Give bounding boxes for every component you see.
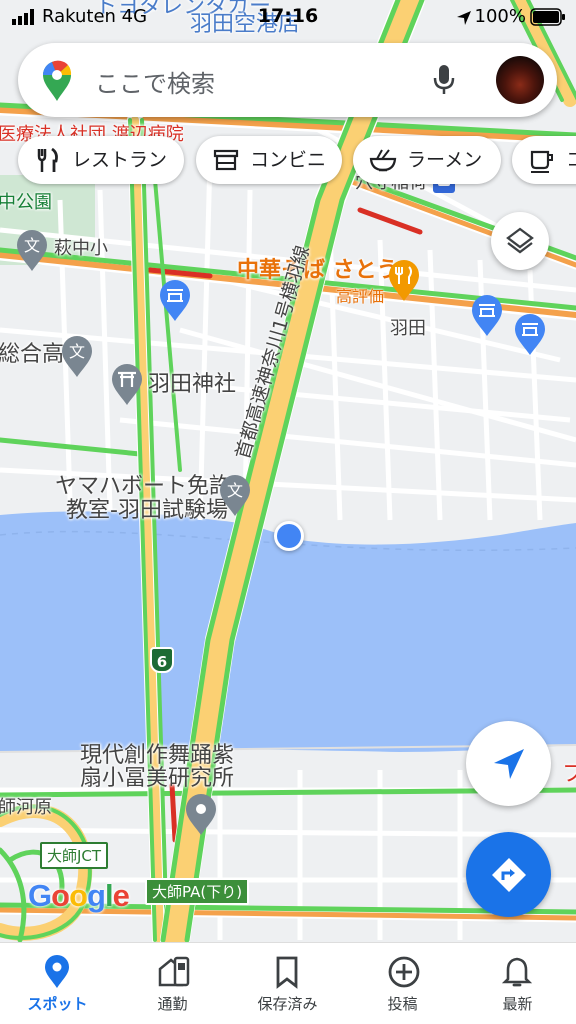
chip-restaurant[interactable]: レストラン	[18, 136, 184, 184]
chip-label: レストラン	[72, 149, 168, 171]
nav-updates[interactable]: 最新	[460, 943, 575, 1024]
nav-label: 通勤	[157, 995, 188, 1013]
map-label-right-edge: フ	[562, 762, 576, 787]
location-arrow-icon	[457, 11, 471, 25]
google-logo: Google	[28, 878, 130, 913]
map-label-restaurant-name[interactable]: 中華そば さとう	[237, 258, 399, 284]
map-label-haneda: 羽田	[390, 318, 426, 339]
school-pin-icon[interactable]: 文	[60, 334, 94, 378]
nav-label: 保存済み	[257, 995, 318, 1013]
current-location-dot	[274, 521, 304, 551]
bank-pin-icon[interactable]	[470, 293, 504, 337]
svg-text:文: 文	[227, 481, 243, 500]
nav-contribute[interactable]: 投稿	[345, 943, 460, 1024]
recenter-button[interactable]	[466, 721, 551, 806]
nav-label: 投稿	[387, 995, 418, 1013]
layers-button[interactable]	[491, 212, 549, 270]
search-bar[interactable]: ここで検索	[18, 43, 557, 117]
directions-icon	[492, 858, 526, 892]
bottom-navigation: スポット 通勤 保存済み 投稿 最新	[0, 942, 576, 1024]
store-icon	[213, 149, 239, 171]
chip-coffee[interactable]: コ	[512, 136, 576, 184]
map-label-haneda-shrine: 羽田神社	[148, 372, 237, 397]
add-circle-icon	[388, 956, 420, 988]
ramen-icon	[369, 149, 397, 172]
map-label-restaurant-rating: 高評価	[336, 287, 385, 306]
nav-label: 最新	[502, 995, 533, 1013]
nav-commute[interactable]: 通勤	[115, 943, 230, 1024]
school-pin-icon[interactable]: 文	[218, 473, 252, 517]
map-label-daishi-kawara: 師河原	[0, 797, 52, 818]
nav-explore[interactable]: スポット	[0, 943, 115, 1024]
chip-convenience-store[interactable]: コンビニ	[196, 136, 342, 184]
chip-label: ラーメン	[407, 149, 483, 171]
chip-label: コ	[566, 149, 576, 171]
daishi-jct-sign: 大師JCT	[40, 842, 109, 869]
bank-pin-icon[interactable]	[513, 312, 547, 356]
chip-ramen[interactable]: ラーメン	[353, 136, 501, 184]
svg-text:文: 文	[69, 342, 85, 361]
svg-text:文: 文	[24, 236, 40, 255]
map-label-driving-school-line2: 教室-羽田試験場	[66, 498, 228, 523]
layers-icon	[506, 227, 534, 254]
bank-pin-icon[interactable]	[158, 278, 192, 322]
bookmark-icon	[276, 956, 298, 989]
restaurant-pin-icon[interactable]	[387, 258, 421, 302]
school-pin-icon[interactable]: 文	[15, 228, 49, 272]
search-input[interactable]: ここで検索	[95, 64, 215, 99]
microphone-icon[interactable]	[433, 64, 455, 96]
map-label-dance-line2: 扇小冨美研究所	[80, 766, 235, 791]
bell-icon	[502, 957, 532, 987]
fork-knife-icon	[37, 147, 58, 172]
explore-pin-icon	[45, 955, 69, 988]
daishi-pa-sign: 大師PA(下り)	[145, 878, 250, 905]
navigation-arrow-icon	[494, 749, 524, 779]
map-label-park: 中公園	[0, 192, 52, 213]
coffee-icon	[530, 150, 553, 173]
shrine-pin-icon[interactable]	[110, 362, 144, 406]
map-label-driving-school-line1: ヤマハボート免許	[55, 474, 232, 499]
avatar[interactable]	[496, 56, 544, 104]
chip-label: コンビニ	[250, 149, 327, 171]
nav-saved[interactable]: 保存済み	[230, 943, 345, 1024]
google-maps-logo-icon	[43, 60, 72, 101]
map-label-haginaka-school: 萩中小	[54, 238, 108, 259]
map-label-sogo-high-school: 総合高	[0, 342, 65, 367]
commute-icon	[158, 956, 190, 987]
status-bar: Rakuten 4G 17:16 100%	[0, 0, 576, 36]
route-6-shield: 6	[150, 647, 174, 673]
place-pin-icon[interactable]	[184, 792, 218, 836]
battery-icon	[530, 8, 565, 26]
directions-button[interactable]	[466, 832, 551, 917]
nav-label: スポット	[27, 995, 88, 1013]
battery-percent: 100%	[474, 6, 526, 27]
